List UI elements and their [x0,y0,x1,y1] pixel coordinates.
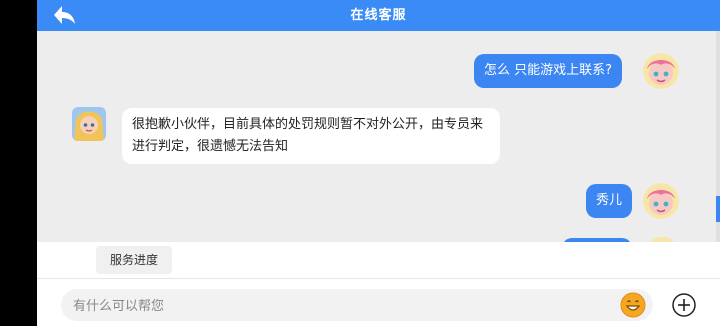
message-bubble-outgoing: 秀儿 [586,184,633,218]
message-bubble-incoming: 很抱歉小伙伴，目前具体的处罚规则暂不对外公开，由专员来进行判定，很遗憾无法告知 [122,108,500,164]
emoji-icon[interactable] [620,292,646,318]
message-input-wrapper [61,289,653,323]
agent-avatar [72,107,106,141]
chat-area: 怎么 只能游戏上联系? 很抱歉小伙伴，目前具体的处罚规则暂不对外公开，由专员来进… [37,31,720,242]
header-bar: 在线客服 [37,0,720,31]
page-title: 在线客服 [350,8,407,23]
user-avatar [643,53,679,89]
input-panel: 服务进度 [37,242,720,326]
chat-app: 在线客服 怎么 只能游戏上联系? 很抱歉小伙伴，目前具体的处罚规则暂不对外公开，… [37,0,720,326]
service-progress-button[interactable]: 服务进度 [96,246,173,274]
message-input[interactable] [71,289,605,323]
scrollbar-thumb[interactable] [716,196,720,222]
divider [37,278,720,279]
plus-icon[interactable] [672,293,696,317]
user-avatar [643,183,679,219]
message-bubble-outgoing: 怎么 只能游戏上联系? [474,54,623,88]
left-edge-bar [0,0,37,326]
